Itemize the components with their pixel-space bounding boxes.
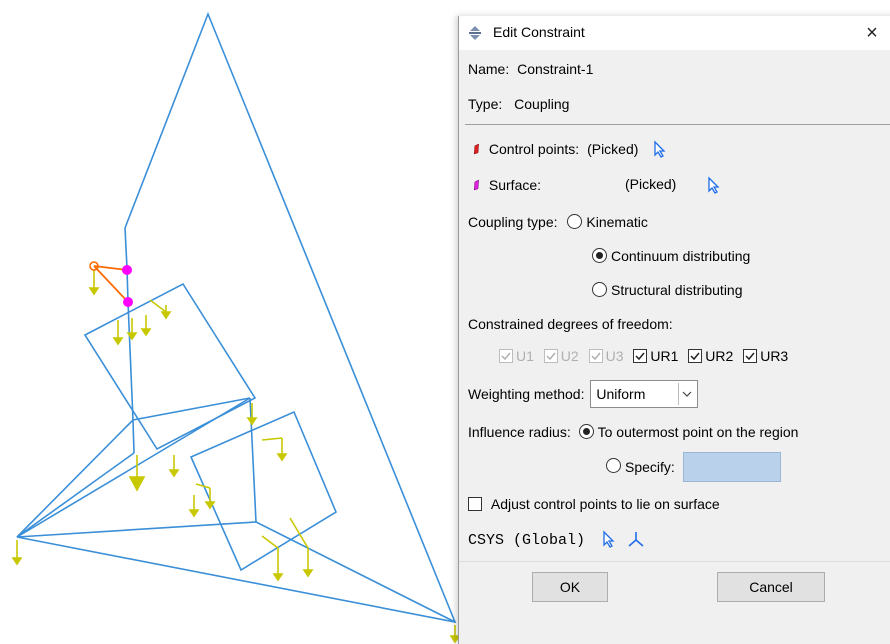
control-points-label: Control points:: [488, 141, 580, 157]
button-bar-separator: [459, 561, 890, 562]
close-icon[interactable]: ×: [857, 20, 887, 46]
influence-option-label: Specify:: [625, 459, 675, 475]
csys-label: CSYS (Global): [468, 532, 586, 549]
type-row: Type: Coupling: [468, 96, 569, 112]
influence-option-specify[interactable]: Specify:: [606, 452, 781, 482]
checkbox-ur1[interactable]: [633, 349, 648, 363]
surface-icon: [473, 179, 479, 191]
coupling-option-label: Structural distributing: [611, 282, 743, 298]
edit-constraint-dialog: Edit Constraint × Name: Constraint-1 Typ…: [458, 16, 890, 644]
weighting-row: Weighting method: Uniform: [468, 380, 699, 408]
constraint-icon: [469, 26, 481, 40]
radio-continuum-distributing[interactable]: [592, 248, 607, 263]
radio-structural-distributing[interactable]: [592, 282, 607, 297]
dof-label: U3: [605, 348, 624, 364]
surface-row: Surface: (Picked): [473, 176, 720, 194]
type-value: Coupling: [514, 96, 570, 112]
coupling-option-structural[interactable]: Structural distributing: [592, 282, 743, 298]
weighting-method-value: Uniform: [596, 386, 646, 402]
surface-label: Surface:: [488, 177, 542, 193]
influence-row: Influence radius: To outermost point on …: [468, 424, 798, 440]
dof-label: UR3: [760, 348, 789, 364]
dof-ur2[interactable]: UR2: [688, 348, 733, 364]
dof-ur3[interactable]: UR3: [743, 348, 788, 364]
checkbox-u3: [588, 349, 603, 363]
type-label: Type:: [468, 96, 503, 112]
control-points-value: (Picked): [587, 141, 639, 157]
cancel-button[interactable]: Cancel: [717, 572, 825, 602]
boundary-condition-symbols: [11, 270, 461, 644]
name-label: Name:: [468, 61, 510, 77]
dof-heading: Constrained degrees of freedom:: [468, 316, 673, 332]
pick-arrow-icon[interactable]: [706, 176, 722, 194]
mesh-lines: [16, 11, 457, 624]
dof-u3: U3: [588, 348, 624, 364]
pick-arrow-icon[interactable]: [652, 140, 668, 158]
csys-row: CSYS (Global): [468, 530, 645, 549]
csys-axis-icon[interactable]: [627, 530, 645, 548]
dof-label: UR1: [650, 348, 679, 364]
weighting-label: Weighting method:: [468, 386, 585, 402]
coupling-option-kinematic[interactable]: Kinematic: [567, 214, 648, 230]
name-row: Name: Constraint-1: [468, 61, 593, 77]
radio-specify[interactable]: [606, 457, 621, 473]
adjust-row[interactable]: Adjust control points to lie on surface: [468, 496, 720, 512]
checkbox-u2: [543, 349, 558, 363]
dialog-titlebar[interactable]: Edit Constraint ×: [459, 16, 890, 50]
adjust-label: Adjust control points to lie on surface: [490, 496, 720, 512]
weighting-method-select[interactable]: Uniform: [590, 380, 699, 408]
dof-u1: U1: [499, 348, 534, 364]
coupling-type-row: Coupling type: Kinematic: [468, 214, 648, 230]
coupling-option-continuum[interactable]: Continuum distributing: [592, 248, 750, 264]
dof-u2: U2: [543, 348, 579, 364]
influence-label: Influence radius:: [468, 424, 571, 440]
chevron-down-icon[interactable]: [678, 383, 695, 405]
dof-label: U2: [560, 348, 579, 364]
checkbox-u1: [499, 349, 513, 363]
influence-option-label: To outermost point on the region: [597, 424, 799, 440]
checkbox-ur2[interactable]: [688, 349, 703, 363]
coupling-option-label: Continuum distributing: [611, 248, 751, 264]
dof-ur1[interactable]: UR1: [633, 348, 678, 364]
influence-option-outermost[interactable]: To outermost point on the region: [578, 424, 799, 440]
surface-value: (Picked): [625, 176, 677, 192]
name-value: Constraint-1: [517, 61, 594, 77]
ok-button[interactable]: OK: [532, 572, 608, 602]
coupling-type-label: Coupling type:: [468, 214, 558, 230]
control-points-row: Control points: (Picked): [473, 140, 668, 158]
control-points-icon: [473, 143, 479, 155]
dof-label: UR2: [705, 348, 734, 364]
dialog-title: Edit Constraint: [493, 24, 585, 40]
separator: [465, 124, 890, 125]
checkbox-adjust-control-points[interactable]: [468, 497, 482, 511]
pick-arrow-icon[interactable]: [601, 530, 617, 548]
dof-label: U1: [516, 348, 534, 364]
checkbox-ur3[interactable]: [743, 349, 758, 363]
coupling-option-label: Kinematic: [586, 214, 648, 230]
radio-outermost-point[interactable]: [578, 424, 594, 439]
dof-checkboxes: U1 U2 U3 UR1 UR2 UR3: [499, 348, 794, 364]
radio-kinematic[interactable]: [567, 214, 583, 229]
specify-radius-input[interactable]: [682, 452, 781, 482]
